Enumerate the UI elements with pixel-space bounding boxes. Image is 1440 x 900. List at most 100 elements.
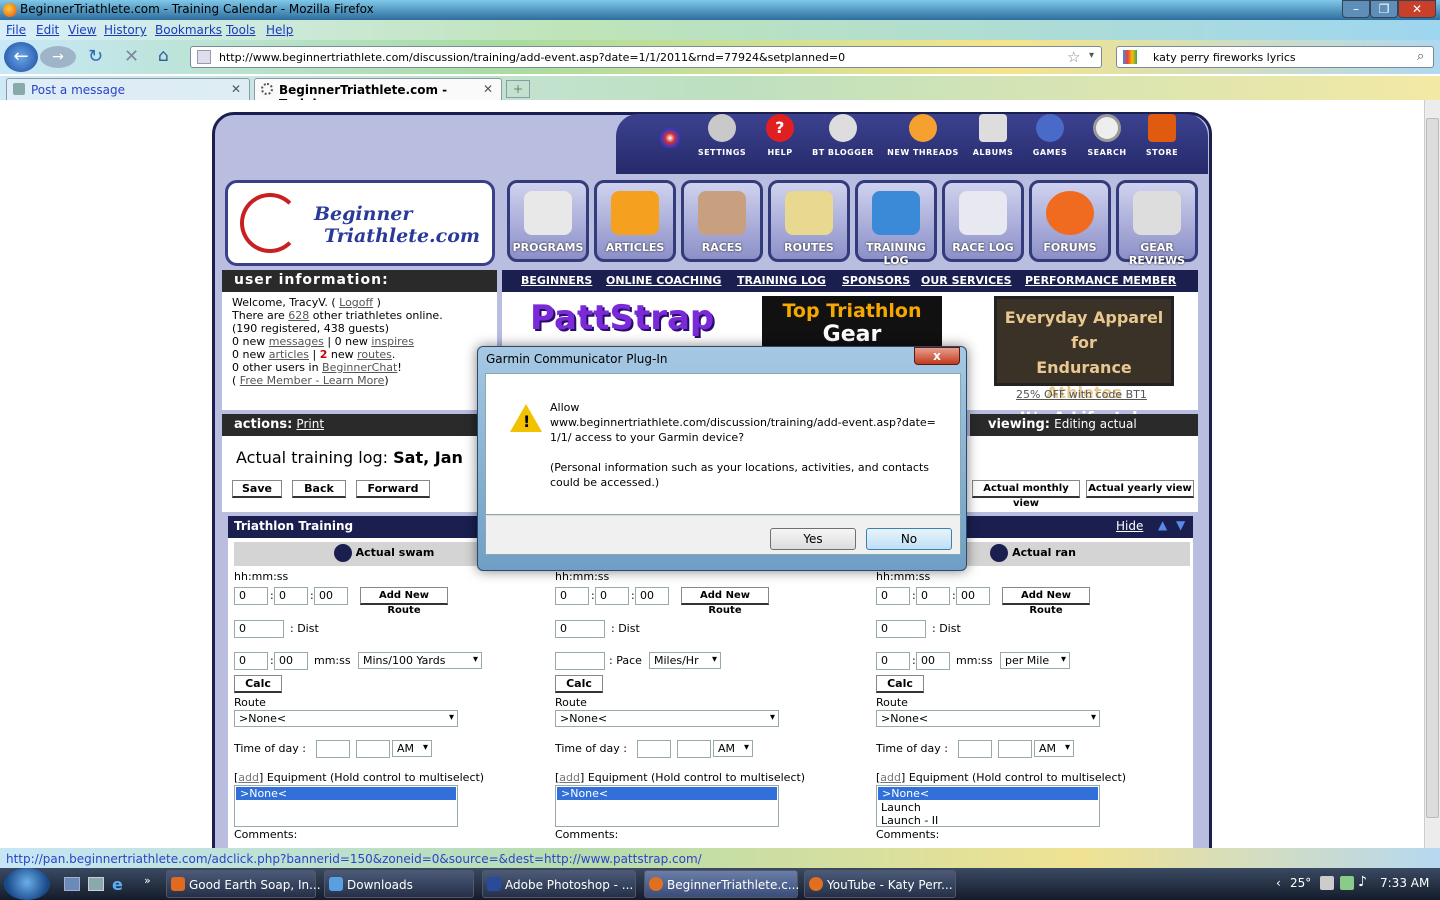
route-select[interactable]: >None< bbox=[876, 710, 1100, 727]
apparel-ad[interactable]: Everyday Apparel forEndurance AthletesIt… bbox=[994, 296, 1174, 452]
calc-button[interactable]: Calc bbox=[234, 675, 282, 693]
minutes-input[interactable]: 0 bbox=[274, 587, 308, 605]
ampm-select[interactable]: AM bbox=[392, 740, 432, 757]
scrollbar-thumb[interactable] bbox=[1426, 118, 1439, 818]
tool-store[interactable]: STORE bbox=[1140, 114, 1184, 170]
dialog-close-button[interactable]: x bbox=[914, 347, 960, 365]
close-window-button[interactable]: ✕ bbox=[1398, 0, 1436, 18]
equipment-item[interactable]: >None< bbox=[236, 787, 456, 800]
nav-routes[interactable]: ROUTES bbox=[768, 180, 850, 262]
logoff-link[interactable]: Logoff bbox=[339, 296, 373, 309]
distance-input[interactable]: 0 bbox=[555, 620, 605, 638]
menu-tools[interactable]: Tools bbox=[226, 23, 256, 37]
taskbar-photoshop[interactable]: Adobe Photoshop - ... bbox=[482, 870, 636, 898]
tool-settings[interactable]: SETTINGS bbox=[694, 114, 750, 170]
hide-link[interactable]: Hide bbox=[1116, 519, 1143, 533]
internet-explorer-icon[interactable]: e bbox=[112, 875, 123, 894]
tool-new-threads[interactable]: NEW THREADS bbox=[884, 114, 962, 170]
switch-windows-icon[interactable] bbox=[88, 877, 104, 891]
save-button[interactable]: Save bbox=[232, 480, 282, 498]
nav-race-log[interactable]: RACE LOG bbox=[942, 180, 1024, 262]
hours-input[interactable]: 0 bbox=[876, 587, 910, 605]
pattstrap-ad[interactable]: PattStrap bbox=[530, 298, 714, 338]
clock[interactable]: 7:33 AM bbox=[1380, 876, 1429, 890]
menu-bookmarks[interactable]: Bookmarks bbox=[155, 23, 222, 37]
forward-arrow-icon[interactable]: → bbox=[40, 46, 76, 68]
link-our-services[interactable]: OUR SERVICES bbox=[921, 274, 1012, 287]
link-training-log[interactable]: TRAINING LOG bbox=[737, 274, 826, 287]
site-logo[interactable]: Beginner Triathlete.com bbox=[225, 180, 495, 266]
tray-expand-icon[interactable]: ‹ bbox=[1276, 876, 1281, 890]
close-tab-icon[interactable]: ✕ bbox=[231, 82, 241, 96]
link-beginners[interactable]: BEGINNERS bbox=[521, 274, 592, 287]
url-bar[interactable]: http://www.beginnertriathlete.com/discus… bbox=[190, 46, 1102, 68]
url-dropdown-icon[interactable]: ▾ bbox=[1089, 50, 1094, 61]
tod-hour-input[interactable] bbox=[637, 740, 671, 758]
add-new-route-button[interactable]: Add New Route bbox=[681, 587, 769, 616]
volume-icon[interactable]: ♪ bbox=[1358, 874, 1367, 890]
equipment-item[interactable]: Launch - II bbox=[877, 814, 1099, 827]
google-icon[interactable] bbox=[1123, 50, 1137, 64]
link-performance-member[interactable]: PERFORMANCE MEMBER bbox=[1025, 274, 1176, 287]
tod-minute-input[interactable] bbox=[356, 740, 390, 758]
minimize-button[interactable]: – bbox=[1342, 0, 1370, 18]
route-select[interactable]: >None< bbox=[555, 710, 779, 727]
start-button[interactable] bbox=[4, 868, 50, 900]
tool-bt-blogger[interactable]: BT BLOGGER bbox=[808, 114, 878, 170]
pace-input[interactable] bbox=[555, 652, 605, 670]
link-sponsors[interactable]: SPONSORS bbox=[842, 274, 910, 287]
move-up-icon[interactable]: ▲ bbox=[1158, 518, 1167, 532]
messages-link[interactable]: messages bbox=[269, 335, 324, 348]
yes-button[interactable]: Yes bbox=[770, 528, 856, 550]
reload-icon[interactable]: ↻ bbox=[88, 46, 103, 67]
hours-input[interactable]: 0 bbox=[234, 587, 268, 605]
menu-history[interactable]: History bbox=[104, 23, 147, 37]
tod-hour-input[interactable] bbox=[958, 740, 992, 758]
nav-programs[interactable]: PROGRAMS bbox=[507, 180, 589, 262]
nav-articles[interactable]: ARTICLES bbox=[594, 180, 676, 262]
pace-unit-select[interactable]: Miles/Hr bbox=[649, 652, 721, 669]
calc-button[interactable]: Calc bbox=[876, 675, 924, 693]
page-scrollbar[interactable] bbox=[1424, 100, 1440, 848]
add-equipment-link[interactable]: add bbox=[238, 771, 259, 784]
maximize-button[interactable]: ❐ bbox=[1370, 0, 1398, 18]
articles-link[interactable]: articles bbox=[269, 348, 309, 361]
pace-unit-select[interactable]: Mins/100 Yards bbox=[358, 652, 482, 669]
pace-minutes-input[interactable]: 0 bbox=[234, 652, 268, 670]
nav-races[interactable]: RACES bbox=[681, 180, 763, 262]
close-tab-icon[interactable]: ✕ bbox=[483, 82, 493, 96]
inspires-link[interactable]: inspires bbox=[371, 335, 414, 348]
weather-temp[interactable]: 25° bbox=[1290, 876, 1311, 890]
tool-search[interactable]: SEARCH bbox=[1080, 114, 1134, 170]
hours-input[interactable]: 0 bbox=[555, 587, 589, 605]
add-equipment-link[interactable]: add bbox=[880, 771, 901, 784]
discount-code-link[interactable]: 25% OFF with code BT1 bbox=[1016, 388, 1147, 401]
no-button[interactable]: No bbox=[866, 528, 952, 550]
menu-edit[interactable]: Edit bbox=[36, 23, 59, 37]
seconds-input[interactable]: 00 bbox=[635, 587, 669, 605]
yearly-view-button[interactable]: Actual yearly view bbox=[1086, 480, 1194, 498]
tod-minute-input[interactable] bbox=[677, 740, 711, 758]
taskbar-downloads[interactable]: Downloads bbox=[324, 870, 474, 898]
routes-link[interactable]: routes bbox=[357, 348, 392, 361]
tab-post-message[interactable]: Post a message ✕ bbox=[6, 78, 250, 100]
pace-seconds-input[interactable]: 00 bbox=[916, 652, 950, 670]
power-icon[interactable] bbox=[1340, 876, 1354, 890]
minutes-input[interactable]: 0 bbox=[595, 587, 629, 605]
menu-file[interactable]: File bbox=[6, 23, 26, 37]
move-down-icon[interactable]: ▼ bbox=[1176, 518, 1185, 532]
menu-view[interactable]: View bbox=[68, 23, 96, 37]
free-member-link[interactable]: Free Member - Learn More bbox=[240, 374, 385, 387]
distance-input[interactable]: 0 bbox=[234, 620, 284, 638]
ampm-select[interactable]: AM bbox=[1034, 740, 1074, 757]
bookmark-star-icon[interactable]: ☆ bbox=[1067, 48, 1080, 66]
show-desktop-icon[interactable] bbox=[64, 877, 80, 891]
link-online-coaching[interactable]: ONLINE COACHING bbox=[606, 274, 721, 287]
pace-seconds-input[interactable]: 00 bbox=[274, 652, 308, 670]
site-identity-icon[interactable] bbox=[197, 50, 211, 64]
add-new-route-button[interactable]: Add New Route bbox=[1002, 587, 1090, 616]
tool-help[interactable]: ? HELP bbox=[760, 114, 800, 170]
stop-icon[interactable]: ✕ bbox=[124, 46, 139, 67]
calc-button[interactable]: Calc bbox=[555, 675, 603, 693]
search-bar[interactable]: katy perry fireworks lyrics ⌕ bbox=[1116, 46, 1434, 68]
